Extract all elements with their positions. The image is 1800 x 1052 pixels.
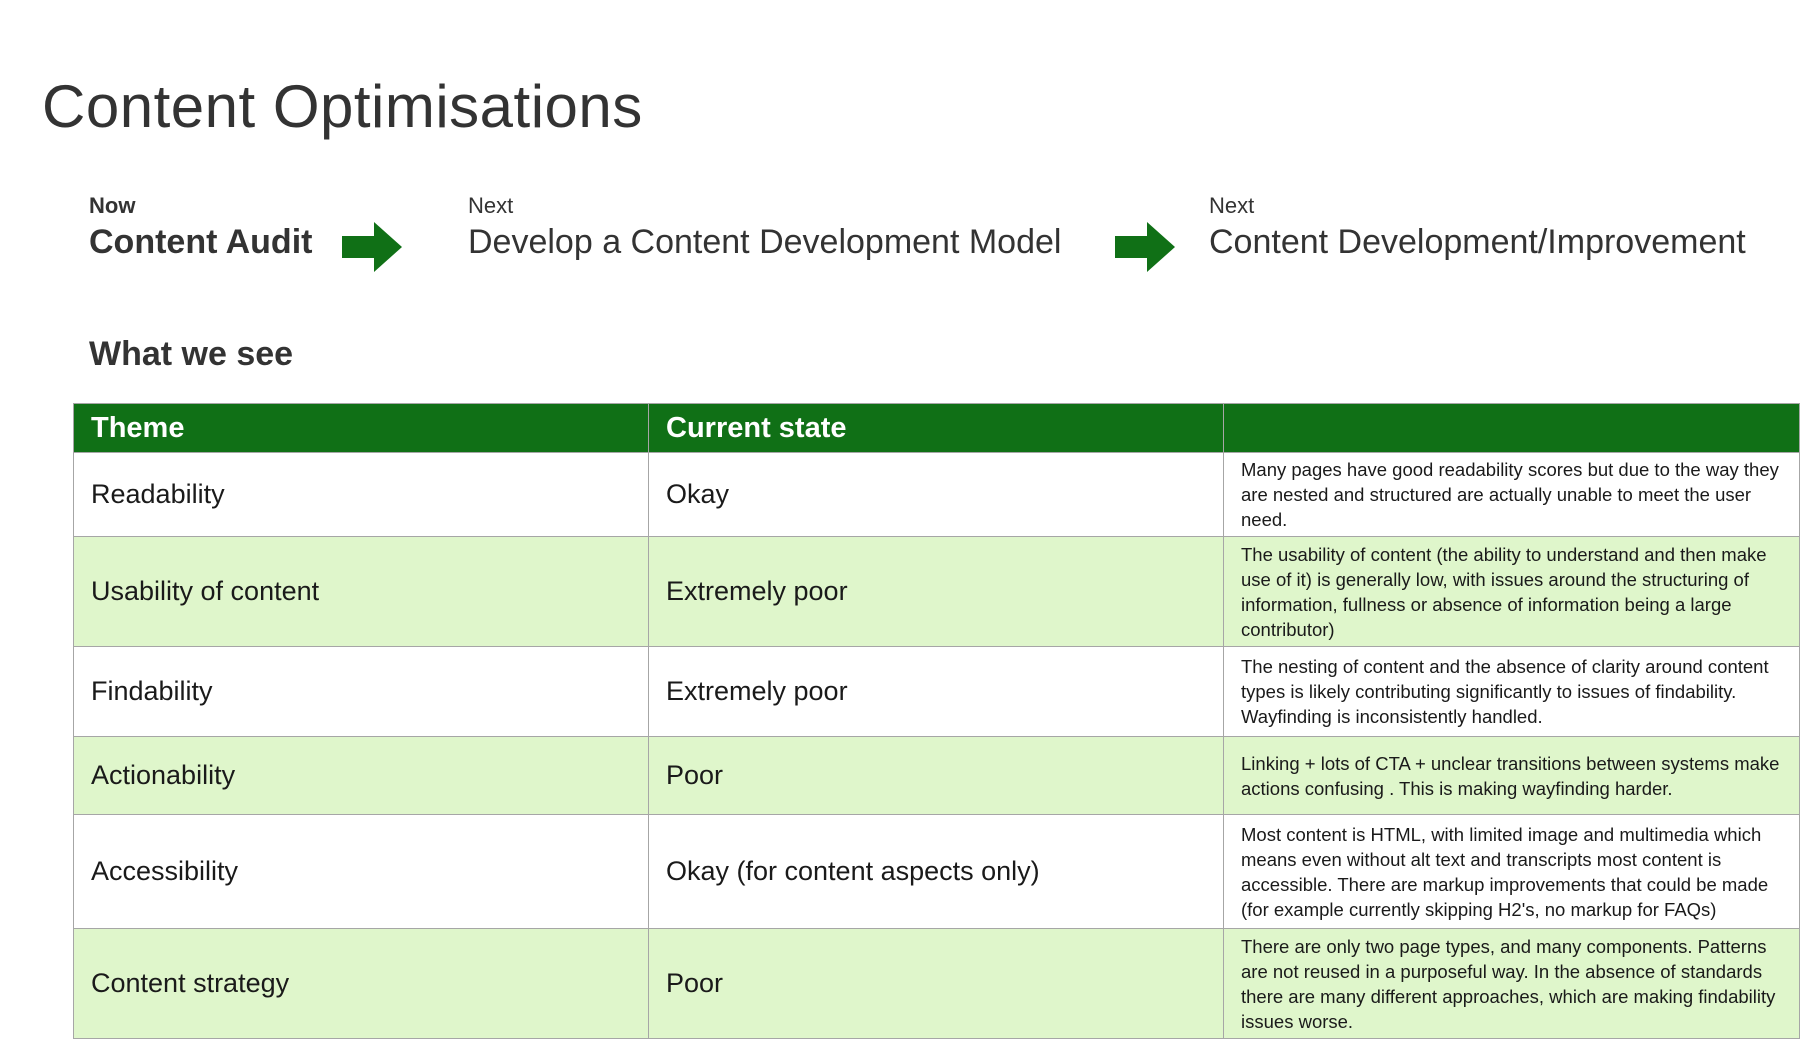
theme-cell: Accessibility [73, 814, 649, 929]
stage-next-development: Next Content Development/Improvement [1209, 192, 1746, 264]
arrow-right-icon [1115, 222, 1175, 272]
table-row: Usability of content Extremely poor The … [73, 536, 1800, 647]
description-cell: The nesting of content and the absence o… [1223, 646, 1800, 737]
description-cell: Many pages have good readability scores … [1223, 452, 1800, 537]
state-cell: Extremely poor [648, 536, 1224, 647]
table-row: Findability Extremely poor The nesting o… [73, 646, 1800, 737]
column-header-description [1223, 403, 1800, 453]
stage-label: Next [1209, 193, 1255, 218]
state-cell: Poor [648, 928, 1224, 1039]
theme-cell: Actionability [73, 736, 649, 815]
theme-cell: Readability [73, 452, 649, 537]
audit-table: Theme Current state Readability Okay Man… [73, 403, 1800, 1039]
stage-name: Content Development/Improvement [1209, 223, 1746, 261]
column-header-current-state: Current state [648, 403, 1224, 453]
theme-cell: Findability [73, 646, 649, 737]
table-row: Content strategy Poor There are only two… [73, 928, 1800, 1039]
table-row: Actionability Poor Linking + lots of CTA… [73, 736, 1800, 815]
page-title: Content Optimisations [42, 73, 643, 140]
state-cell: Poor [648, 736, 1224, 815]
section-heading: What we see [89, 335, 294, 373]
table-row: Accessibility Okay (for content aspects … [73, 814, 1800, 929]
table-header-row: Theme Current state [73, 403, 1800, 453]
theme-cell: Content strategy [73, 928, 649, 1039]
arrow-right-icon [342, 222, 402, 272]
state-cell: Okay (for content aspects only) [648, 814, 1224, 929]
stage-label: Now [89, 193, 136, 218]
table-row: Readability Okay Many pages have good re… [73, 452, 1800, 537]
column-header-theme: Theme [73, 403, 649, 453]
stage-next-model: Next Develop a Content Development Model [468, 192, 1061, 264]
stage-name: Content Audit [89, 223, 313, 261]
theme-cell: Usability of content [73, 536, 649, 647]
description-cell: Most content is HTML, with limited image… [1223, 814, 1800, 929]
stage-label: Next [468, 193, 514, 218]
state-cell: Extremely poor [648, 646, 1224, 737]
description-cell: Linking + lots of CTA + unclear transiti… [1223, 736, 1800, 815]
state-cell: Okay [648, 452, 1224, 537]
description-cell: There are only two page types, and many … [1223, 928, 1800, 1039]
description-cell: The usability of content (the ability to… [1223, 536, 1800, 647]
stage-name: Develop a Content Development Model [468, 223, 1062, 261]
stage-now: Now Content Audit [89, 192, 312, 264]
